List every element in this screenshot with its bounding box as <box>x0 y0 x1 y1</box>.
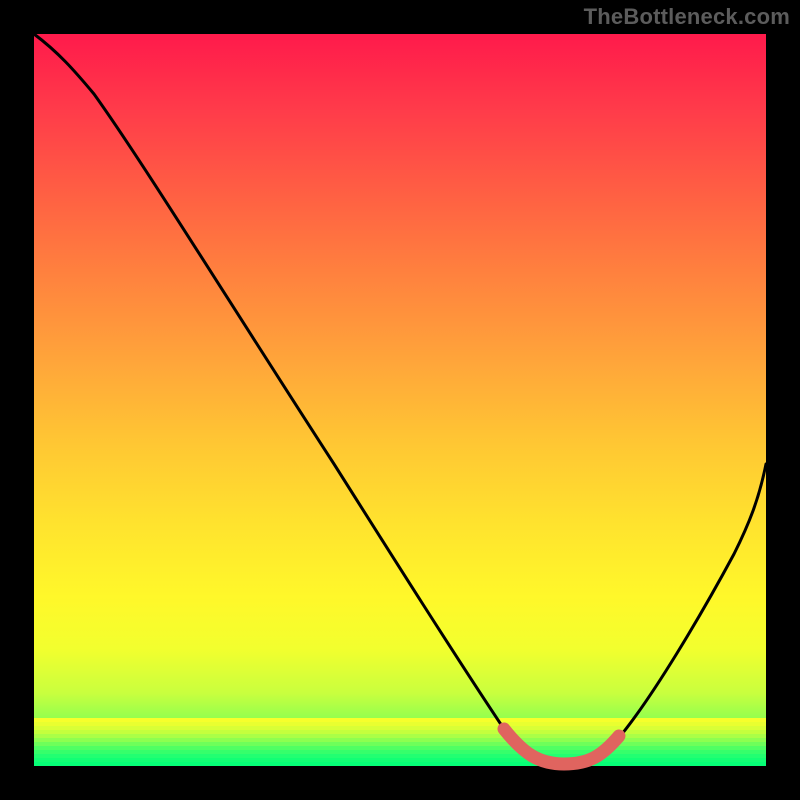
bottleneck-curve-line <box>34 34 766 764</box>
curve-svg <box>34 34 766 766</box>
chart-frame: TheBottleneck.com <box>0 0 800 800</box>
watermark-text: TheBottleneck.com <box>584 4 790 30</box>
highlight-segment <box>504 729 619 764</box>
plot-area <box>34 34 766 766</box>
